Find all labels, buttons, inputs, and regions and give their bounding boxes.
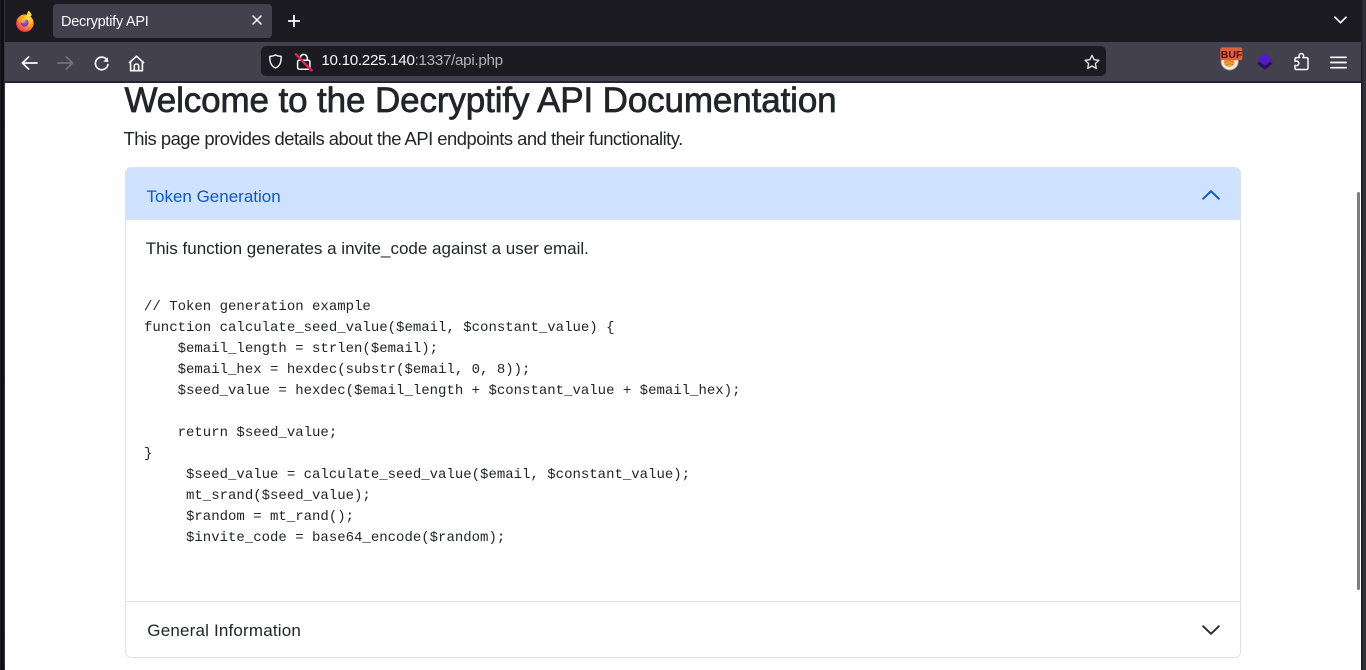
svg-text:BUF: BUF	[1221, 49, 1243, 61]
